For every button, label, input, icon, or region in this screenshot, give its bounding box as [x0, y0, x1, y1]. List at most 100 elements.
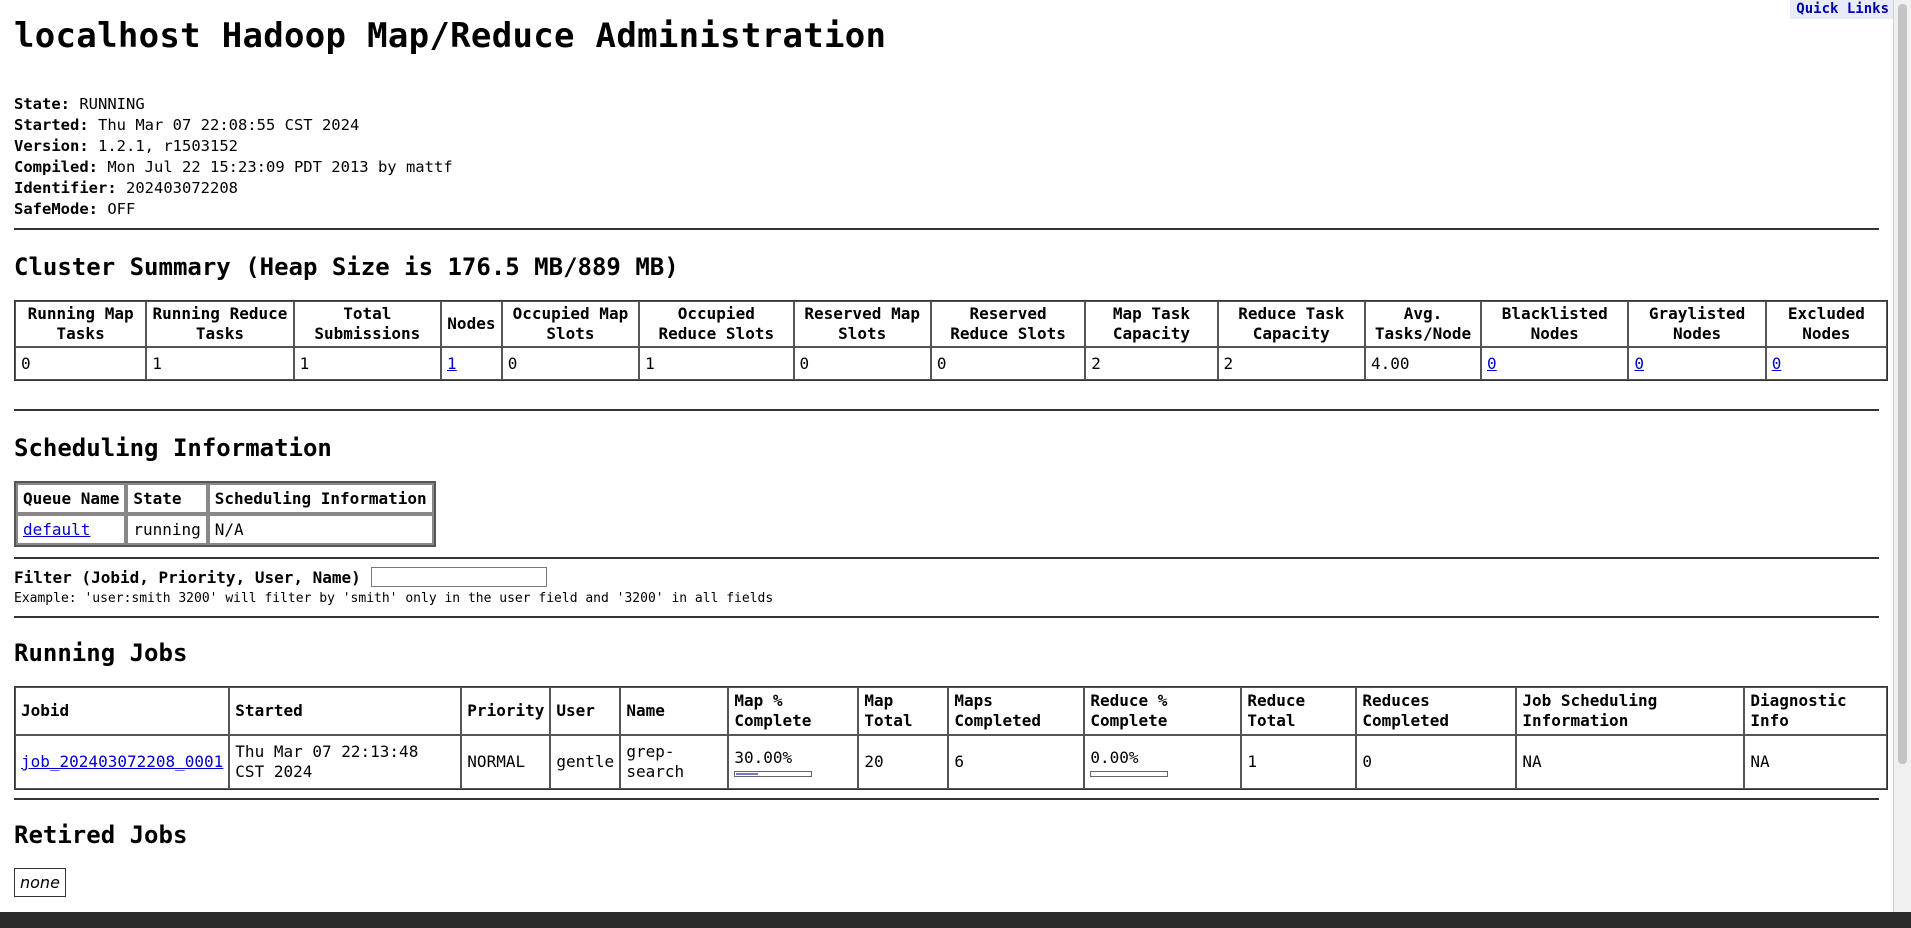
- scheduling-heading: Scheduling Information: [14, 434, 332, 462]
- table-row: 0 1 1 1 0 1 0 0 2 2 4.00 0 0 0: [15, 347, 1887, 380]
- info-value: OFF: [107, 200, 136, 218]
- info-label: State:: [14, 95, 70, 113]
- column-header: Scheduling Information: [207, 483, 434, 514]
- page-title: localhost Hadoop Map/Reduce Administrati…: [14, 16, 887, 56]
- column-header: Diagnostic Info: [1744, 687, 1887, 735]
- info-safemode: SafeMode: OFF: [14, 199, 1879, 220]
- column-header: Reduce Total: [1241, 687, 1357, 735]
- jobtracker-info: State: RUNNING Started: Thu Mar 07 22:08…: [14, 94, 1879, 220]
- excluded-nodes-cell: 0: [1765, 347, 1887, 380]
- column-header: Map Task Capacity: [1085, 301, 1218, 347]
- occupied-map-slots-value: 0: [501, 347, 640, 380]
- reserved-reduce-slots-value: 0: [930, 347, 1086, 380]
- column-header: Running Reduce Tasks: [146, 301, 294, 347]
- graylisted-nodes-link[interactable]: 0: [1634, 354, 1644, 373]
- column-header: Running Map Tasks: [15, 301, 147, 347]
- column-header: Reduces Completed: [1356, 687, 1517, 735]
- retired-jobs-none: none: [14, 868, 66, 897]
- retired-jobs-table: none: [14, 868, 1879, 897]
- column-header: Nodes: [441, 301, 502, 347]
- table-header-row: Queue Name State Scheduling Information: [16, 483, 434, 514]
- column-header: Reduce Task Capacity: [1217, 301, 1365, 347]
- cluster-summary-heading: Cluster Summary (Heap Size is 176.5 MB/8…: [14, 253, 679, 281]
- table-row: job_202403072208_0001 Thu Mar 07 22:13:4…: [15, 735, 1887, 789]
- filter-row: Filter (Jobid, Priority, User, Name): [14, 567, 1879, 587]
- info-value: 202403072208: [126, 179, 238, 197]
- filter-label: Filter (Jobid, Priority, User, Name): [14, 567, 361, 587]
- map-task-capacity-value: 2: [1085, 347, 1218, 380]
- vertical-scrollbar[interactable]: [1893, 0, 1911, 912]
- divider: [14, 798, 1879, 800]
- column-header: Occupied Reduce Slots: [639, 301, 794, 347]
- running-jobs-table: Jobid Started Priority User Name Map % C…: [14, 686, 1888, 790]
- job-name-value: grep-search: [620, 735, 729, 789]
- column-header: Excluded Nodes: [1765, 301, 1887, 347]
- nodes-link[interactable]: 1: [447, 354, 457, 373]
- column-header: Jobid: [15, 687, 230, 735]
- reduce-task-capacity-value: 2: [1217, 347, 1365, 380]
- column-header: Map Total: [858, 687, 949, 735]
- column-header: User: [550, 687, 621, 735]
- column-header: State: [126, 483, 208, 514]
- scrollbar-thumb[interactable]: [1898, 4, 1907, 764]
- reduce-complete-cell: 0.00%: [1084, 735, 1242, 789]
- column-header: Occupied Map Slots: [501, 301, 640, 347]
- table-row: default running N/A: [16, 514, 434, 545]
- column-header: Name: [620, 687, 729, 735]
- info-value: RUNNING: [79, 95, 145, 113]
- info-label: Compiled:: [14, 158, 98, 176]
- filter-section: Filter (Jobid, Priority, User, Name) Exa…: [14, 567, 1879, 606]
- map-progress-bar: [734, 770, 813, 777]
- cluster-summary-table: Running Map Tasks Running Reduce Tasks T…: [14, 300, 1888, 381]
- quick-links-link[interactable]: Quick Links: [1790, 0, 1893, 19]
- job-started-value: Thu Mar 07 22:13:48 CST 2024: [229, 735, 462, 789]
- map-complete-cell: 30.00%: [728, 735, 859, 789]
- info-started: Started: Thu Mar 07 22:08:55 CST 2024: [14, 115, 1879, 136]
- info-label: Identifier:: [14, 179, 117, 197]
- column-header: Reserved Reduce Slots: [930, 301, 1086, 347]
- job-link[interactable]: job_202403072208_0001: [21, 752, 223, 771]
- reserved-map-slots-value: 0: [793, 347, 931, 380]
- blacklisted-nodes-cell: 0: [1481, 347, 1629, 380]
- column-header: Reduce % Complete: [1084, 687, 1242, 735]
- column-header: Map % Complete: [728, 687, 859, 735]
- reduce-total-value: 1: [1241, 735, 1357, 789]
- queue-default-link[interactable]: default: [23, 520, 90, 539]
- jobid-cell: job_202403072208_0001: [15, 735, 230, 789]
- info-value: 1.2.1, r1503152: [98, 137, 238, 155]
- info-compiled: Compiled: Mon Jul 22 15:23:09 PDT 2013 b…: [14, 157, 1879, 178]
- running-reduce-tasks-value: 1: [146, 347, 294, 380]
- graylisted-nodes-cell: 0: [1628, 347, 1766, 380]
- divider: [14, 409, 1879, 411]
- scheduling-table: Queue Name State Scheduling Information …: [14, 481, 436, 547]
- browser-viewport: Quick Links localhost Hadoop Map/Reduce …: [0, 0, 1893, 912]
- maps-completed-value: 6: [948, 735, 1085, 789]
- info-version: Version: 1.2.1, r1503152: [14, 136, 1879, 157]
- queue-state-value: running: [126, 514, 208, 545]
- queue-scheduling-info-value: N/A: [207, 514, 434, 545]
- map-progress-fill: [736, 772, 759, 775]
- column-header: Priority: [461, 687, 551, 735]
- info-state: State: RUNNING: [14, 94, 1879, 115]
- job-scheduling-info-value: NA: [1516, 735, 1745, 789]
- column-header: Job Scheduling Information: [1516, 687, 1745, 735]
- total-submissions-value: 1: [293, 347, 442, 380]
- column-header: Total Submissions: [293, 301, 442, 347]
- filter-example-text: Example: 'user:smith 3200' will filter b…: [14, 591, 774, 606]
- filter-input[interactable]: [370, 567, 547, 587]
- retired-jobs-heading: Retired Jobs: [14, 821, 188, 849]
- column-header: Maps Completed: [948, 687, 1085, 735]
- column-header: Graylisted Nodes: [1628, 301, 1766, 347]
- divider: [14, 616, 1879, 618]
- job-priority-value: NORMAL: [461, 735, 551, 789]
- table-header-row: Jobid Started Priority User Name Map % C…: [15, 687, 1887, 735]
- reduce-progress-bar: [1090, 770, 1169, 777]
- info-identifier: Identifier: 202403072208: [14, 178, 1879, 199]
- running-jobs-heading: Running Jobs: [14, 639, 188, 667]
- avg-tasks-per-node-value: 4.00: [1364, 347, 1482, 380]
- blacklisted-nodes-link[interactable]: 0: [1487, 354, 1497, 373]
- running-map-tasks-value: 0: [15, 347, 147, 380]
- excluded-nodes-link[interactable]: 0: [1772, 354, 1782, 373]
- divider: [14, 228, 1879, 230]
- column-header: Started: [229, 687, 462, 735]
